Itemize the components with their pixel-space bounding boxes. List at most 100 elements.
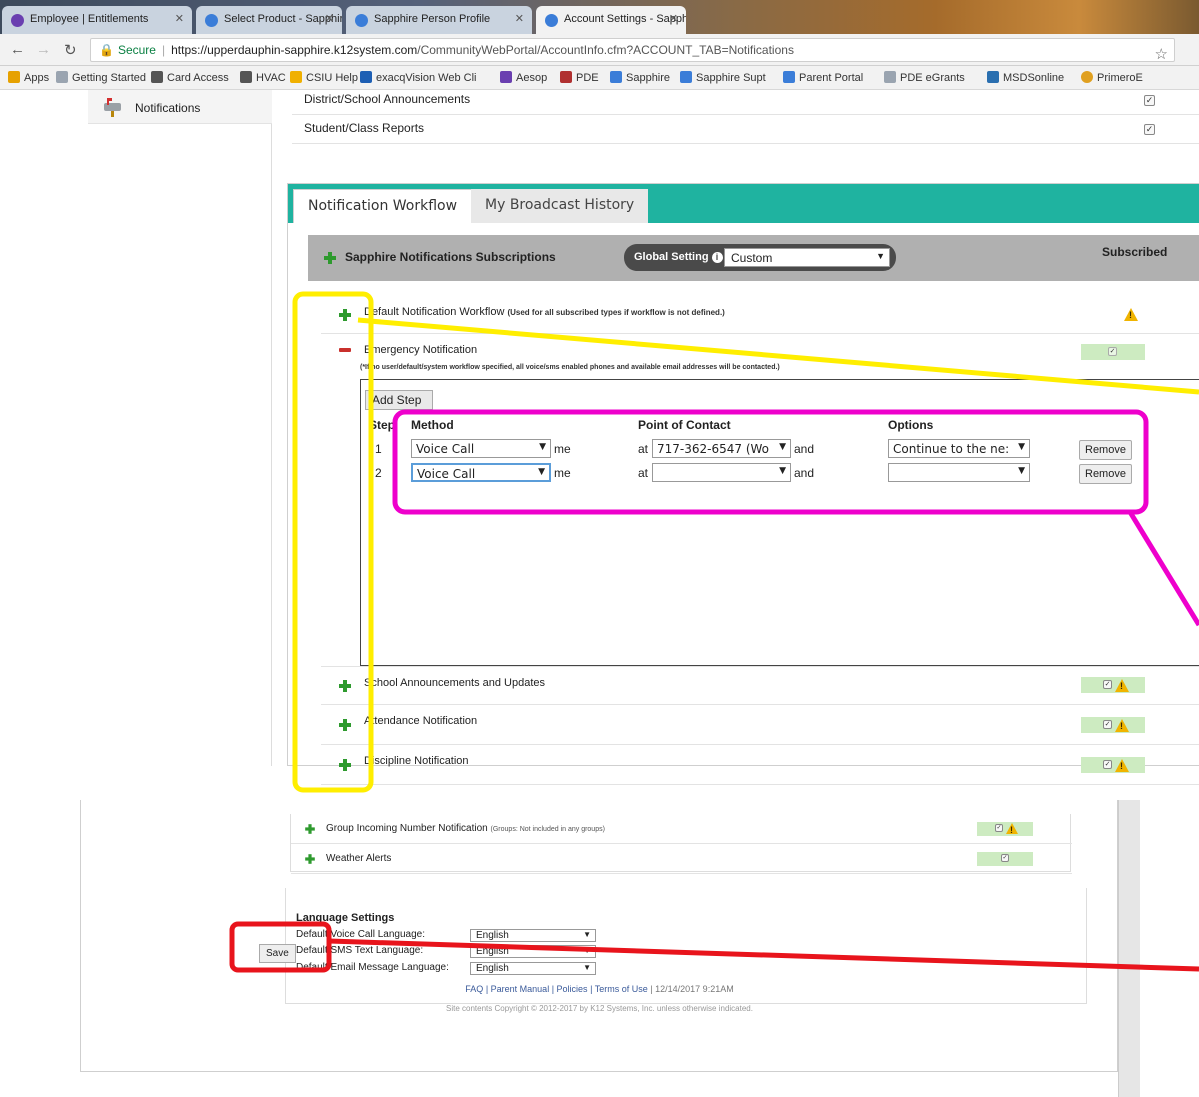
building-icon: [240, 71, 252, 83]
browser-tab-entitlements[interactable]: Employee | Entitlements ✕: [2, 6, 192, 34]
subscribed-checkbox[interactable]: ✓: [1144, 95, 1155, 106]
warning-icon: [1006, 823, 1018, 835]
reload-icon[interactable]: ↻: [64, 41, 77, 59]
voice-language-select[interactable]: English ▼: [470, 929, 596, 942]
subscribed-checkbox[interactable]: ✓: [1001, 854, 1009, 862]
subscribed-indicator: ✓: [977, 822, 1033, 836]
options-select[interactable]: ▼: [888, 463, 1030, 482]
footer-link-terms[interactable]: Terms of Use: [595, 984, 648, 994]
bookmark-csiu-help[interactable]: CSIU Help: [290, 71, 358, 84]
forward-arrow-icon[interactable]: →: [36, 41, 51, 58]
collapse-minus-icon[interactable]: [339, 348, 351, 352]
subscribed-checkbox[interactable]: ✓: [1144, 124, 1155, 135]
bookmark-aesop[interactable]: Aesop: [500, 71, 547, 84]
bookmark-apps[interactable]: Apps: [8, 71, 49, 84]
bookmark-label: PDE eGrants: [900, 72, 965, 84]
subscribed-indicator: ✓: [977, 852, 1033, 866]
sapphire-icon: [680, 71, 692, 83]
close-tab-icon[interactable]: ✕: [175, 12, 184, 25]
select-value: English: [476, 963, 509, 974]
expand-plus-icon[interactable]: [323, 251, 337, 265]
bookmark-primero[interactable]: PrimeroE: [1081, 71, 1143, 84]
lock-icon: 🔒: [99, 43, 114, 57]
language-settings-title: Language Settings: [296, 912, 395, 924]
footer-link-faq[interactable]: FAQ: [465, 984, 483, 994]
remove-step-button[interactable]: Remove: [1079, 440, 1132, 460]
expand-plus-icon[interactable]: [338, 679, 352, 693]
email-language-select[interactable]: English ▼: [470, 962, 596, 975]
point-of-contact-select[interactable]: ▼: [652, 463, 791, 482]
expand-plus-icon[interactable]: [338, 308, 352, 322]
global-setting-label: Global Setting i: [634, 251, 723, 263]
back-arrow-icon[interactable]: ←: [10, 41, 25, 58]
notification-type-discipline: Discipline Notification ✓: [321, 745, 1199, 785]
bookmark-sapphire-supt[interactable]: Sapphire Supt: [680, 71, 766, 84]
bookmark-hvac[interactable]: HVAC: [240, 71, 286, 84]
type-name: Discipline Notification: [364, 755, 469, 767]
bookmark-label: Parent Portal: [799, 72, 864, 84]
email-language-label: Default Email Message Language:: [296, 962, 449, 973]
bookmark-label: Apps: [24, 72, 50, 84]
subscribed-indicator: ✓: [1081, 344, 1145, 360]
bookmark-card-access[interactable]: Card Access: [151, 71, 229, 84]
close-tab-icon[interactable]: ✕: [515, 12, 524, 25]
bookmark-pde[interactable]: PDE: [560, 71, 599, 84]
bookmark-sapphire[interactable]: Sapphire: [610, 71, 670, 84]
address-bar[interactable]: 🔒 Secure | https://upperdauphin-sapphire.k1…: [90, 38, 1175, 62]
method-select[interactable]: Voice Call ▼: [411, 463, 551, 482]
select-value: Continue to the ne:: [893, 442, 1010, 456]
sms-language-select[interactable]: English ▼: [470, 945, 596, 958]
apps-grid-icon: [8, 71, 20, 83]
bookmark-getting-started[interactable]: Getting Started: [56, 71, 146, 84]
add-step-button[interactable]: Add Step: [365, 390, 433, 410]
subscribed-checkbox[interactable]: ✓: [995, 824, 1003, 832]
subscribed-checkbox[interactable]: ✓: [1103, 720, 1112, 729]
options-select[interactable]: Continue to the ne: ▼: [888, 439, 1030, 458]
district-announcements-row: District/School Announcements ✓: [292, 86, 1199, 115]
bottom-screenshot-section: Group Incoming Number Notification (Grou…: [0, 800, 1199, 1097]
subscribed-checkbox[interactable]: ✓: [1108, 347, 1117, 356]
expand-plus-icon[interactable]: [338, 758, 352, 772]
select-value: English: [476, 946, 509, 957]
point-of-contact-select[interactable]: 717-362-6547 (Wo ▼: [652, 439, 791, 458]
sapphire-icon: [783, 71, 795, 83]
warning-icon: [1124, 308, 1138, 321]
save-button[interactable]: Save: [259, 944, 296, 963]
browser-tab-person-profile[interactable]: Sapphire Person Profile ✕: [346, 6, 532, 34]
global-setting-select[interactable]: Custom ▼: [724, 248, 890, 267]
method-select[interactable]: Voice Call ▼: [411, 439, 551, 458]
subscribed-checkbox[interactable]: ✓: [1103, 760, 1112, 769]
close-tab-icon[interactable]: ✕: [669, 12, 678, 25]
bookmark-exacqvision[interactable]: exacqVision Web Cli: [360, 71, 476, 84]
bookmark-label: CSIU Help: [306, 72, 358, 84]
subscribed-checkbox[interactable]: ✓: [1103, 680, 1112, 689]
browser-tab-account-settings[interactable]: Account Settings - Sapph ✕: [536, 6, 686, 34]
bookmark-msdsonline[interactable]: MSDSonline: [987, 71, 1064, 84]
student-class-reports-row: Student/Class Reports ✓: [292, 115, 1199, 144]
bookmark-parent-portal[interactable]: Parent Portal: [783, 71, 863, 84]
browser-tab-select-product[interactable]: Select Product - Sapphire ✕: [196, 6, 342, 34]
subscriptions-title: Sapphire Notifications Subscriptions: [345, 250, 556, 264]
footer-link-policies[interactable]: Policies: [557, 984, 588, 994]
scrollbar[interactable]: [1118, 800, 1140, 1097]
notification-type-default: Default Notification Workflow (Used for …: [321, 296, 1199, 334]
bookmark-pde-egrants[interactable]: PDE eGrants: [884, 71, 965, 84]
global-setting-text: Global Setting: [634, 251, 709, 263]
sidebar-item-notifications[interactable]: Notifications: [88, 90, 272, 124]
notification-type-attendance: Attendance Notification ✓: [321, 705, 1199, 745]
bookmark-label: Card Access: [167, 72, 229, 84]
tab-notification-workflow[interactable]: Notification Workflow: [293, 189, 473, 223]
bookmark-star-icon[interactable]: ☆: [1155, 45, 1168, 61]
footer-link-parent-manual[interactable]: Parent Manual: [491, 984, 550, 994]
remove-step-button[interactable]: Remove: [1079, 464, 1132, 484]
expand-plus-icon[interactable]: [304, 823, 315, 834]
bookmark-label: Sapphire: [626, 72, 671, 84]
expand-plus-icon[interactable]: [338, 718, 352, 732]
bookmark-label: HVAC: [256, 72, 286, 84]
tab-broadcast-history[interactable]: My Broadcast History: [471, 189, 649, 223]
page-icon: [884, 71, 896, 83]
expand-plus-icon[interactable]: [304, 853, 315, 864]
close-tab-icon[interactable]: ✕: [325, 12, 334, 25]
dropdown-arrow-icon: ▼: [583, 946, 591, 955]
info-icon[interactable]: i: [711, 252, 723, 263]
